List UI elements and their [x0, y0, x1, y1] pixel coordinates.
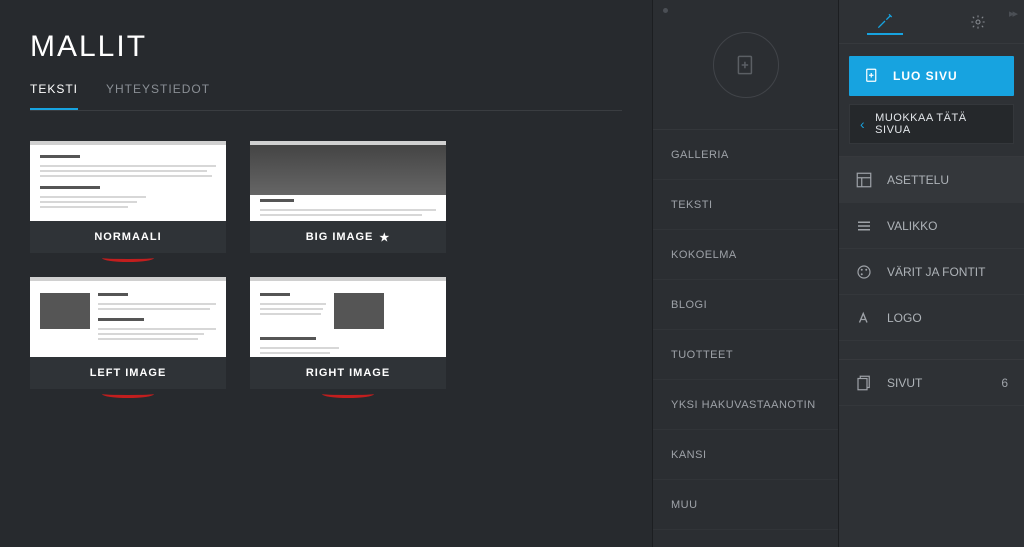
menu-icon: [855, 217, 873, 235]
expand-icon[interactable]: ▸▸: [1009, 7, 1016, 20]
template-caption: BIG IMAGE ★: [250, 221, 446, 253]
edit-page-button[interactable]: ‹ MUOKKAA TÄTÄ SIVUA: [849, 104, 1014, 144]
template-grid: NORMAALI BIG IMAGE ★: [30, 141, 622, 389]
section-logo[interactable]: LOGO: [839, 295, 1024, 341]
design-section: ASETTELU VALIKKO VÄRIT JA FONTIT LOGO: [839, 156, 1024, 341]
chevron-left-icon: ‹: [860, 116, 865, 132]
add-page-icon: [863, 67, 881, 85]
panel-header: [653, 0, 838, 130]
template-thumbnail: [30, 277, 226, 357]
layout-icon: [855, 171, 873, 189]
pages-icon: [855, 374, 873, 392]
palette-icon: [855, 263, 873, 281]
template-thumbnail: [250, 277, 446, 357]
pages-section: SIVUT 6: [839, 359, 1024, 406]
section-sivut[interactable]: SIVUT 6: [839, 360, 1024, 406]
pages-count: 6: [1001, 376, 1008, 390]
tab-yhteystiedot[interactable]: YHTEYSTIEDOT: [106, 82, 210, 110]
category-kokoelma[interactable]: KOKOELMA: [653, 230, 838, 280]
right-panel: ▸▸ LUO SIVU ‹ MUOKKAA TÄTÄ SIVUA ASETTEL…: [838, 0, 1024, 547]
page-title: MALLIT: [30, 30, 622, 64]
category-galleria[interactable]: GALLERIA: [653, 130, 838, 180]
category-panel: GALLERIA TEKSTI KOKOELMA BLOGI TUOTTEET …: [652, 0, 838, 547]
category-tuotteet[interactable]: TUOTTEET: [653, 330, 838, 380]
star-icon: ★: [379, 231, 390, 244]
logo-icon: [855, 309, 873, 327]
add-page-icon: [733, 52, 759, 78]
template-big-image[interactable]: BIG IMAGE ★: [250, 141, 446, 253]
category-list: GALLERIA TEKSTI KOKOELMA BLOGI TUOTTEET …: [653, 130, 838, 530]
template-caption: NORMAALI: [30, 221, 226, 253]
template-thumbnail: [250, 141, 446, 221]
template-normaali[interactable]: NORMAALI: [30, 141, 226, 253]
template-caption: RIGHT IMAGE: [250, 357, 446, 389]
template-thumbnail: [30, 141, 226, 221]
category-teksti[interactable]: TEKSTI: [653, 180, 838, 230]
gear-icon: [970, 14, 986, 30]
tab-teksti[interactable]: TEKSTI: [30, 82, 78, 110]
tools-tab[interactable]: [867, 9, 903, 35]
section-valikko[interactable]: VALIKKO: [839, 203, 1024, 249]
panel-dot-icon: [663, 8, 668, 13]
tabs: TEKSTI YHTEYSTIEDOT: [30, 82, 622, 111]
section-varit-ja-fontit[interactable]: VÄRIT JA FONTIT: [839, 249, 1024, 295]
settings-tab[interactable]: [960, 10, 996, 34]
template-left-image[interactable]: LEFT IMAGE: [30, 277, 226, 389]
template-caption: LEFT IMAGE: [30, 357, 226, 389]
category-kansi[interactable]: KANSI: [653, 430, 838, 480]
right-panel-tabs: [839, 0, 1024, 44]
category-yksi-hakuvastaanotin[interactable]: YKSI HAKUVASTAANOTIN: [653, 380, 838, 430]
main-panel: MALLIT TEKSTI YHTEYSTIEDOT: [0, 0, 652, 547]
section-asettelu[interactable]: ASETTELU: [839, 157, 1024, 203]
add-page-round-button[interactable]: [713, 32, 779, 98]
category-blogi[interactable]: BLOGI: [653, 280, 838, 330]
template-right-image[interactable]: RIGHT IMAGE: [250, 277, 446, 389]
create-page-button[interactable]: LUO SIVU: [849, 56, 1014, 96]
category-muu[interactable]: MUU: [653, 480, 838, 530]
tools-icon: [877, 13, 893, 29]
